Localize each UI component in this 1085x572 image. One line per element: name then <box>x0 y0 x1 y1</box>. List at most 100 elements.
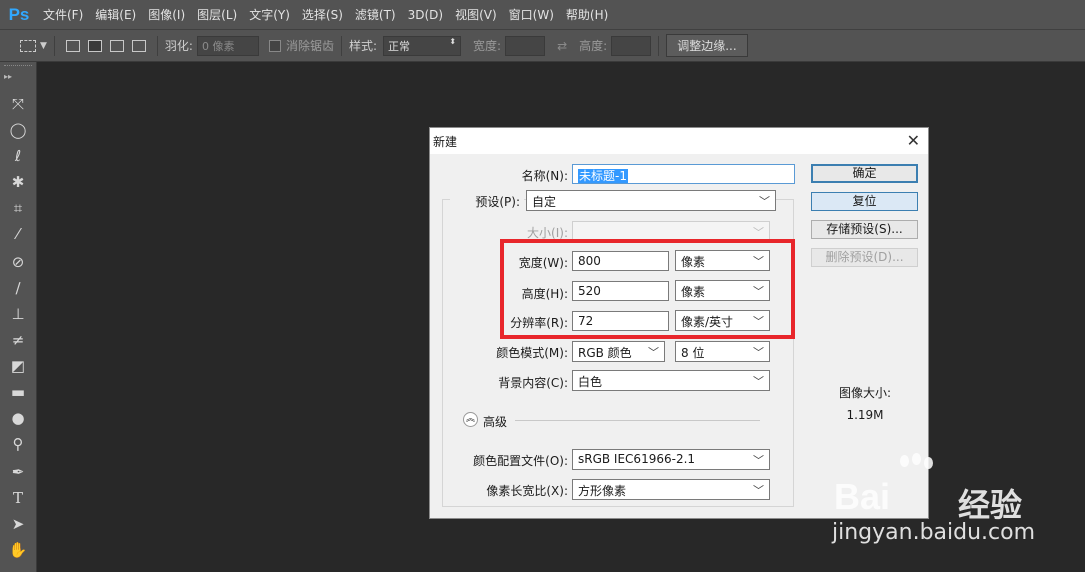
antialias-checkbox[interactable] <box>268 39 281 52</box>
name-input[interactable]: 未标题-1 <box>572 164 795 184</box>
preset-label: 预设(P): <box>450 193 524 210</box>
app-logo: Ps <box>8 4 30 24</box>
close-icon[interactable]: ✕ <box>907 131 920 150</box>
width-input[interactable] <box>505 35 546 56</box>
dodge-tool-icon[interactable]: ⚲ <box>8 434 28 454</box>
menu-view[interactable]: 视图(V) <box>450 6 502 23</box>
history-brush-icon[interactable]: ≠ <box>8 330 28 350</box>
collapse-icon[interactable]: ▸▸ <box>4 72 12 81</box>
menu-help[interactable]: 帮助(H) <box>561 6 613 23</box>
stamp-tool-icon[interactable]: ⊥ <box>8 304 28 324</box>
options-bar: ▼ 羽化: 0 像素 消除锯齿 样式: 正常 ⬍ 宽度: ⇄ 高度: 调整边缘..… <box>0 29 1085 62</box>
style-select-value: 正常 <box>388 39 411 53</box>
chevron-down-icon[interactable]: ▼ <box>40 41 47 51</box>
dialog-title: 新建 <box>433 135 458 149</box>
name-label: 名称(N): <box>521 169 568 183</box>
height-input[interactable] <box>611 35 652 56</box>
lasso-tool-icon[interactable]: ℓ <box>8 146 28 166</box>
menu-window[interactable]: 窗口(W) <box>504 6 559 23</box>
magic-wand-icon[interactable]: ✱ <box>8 172 28 192</box>
menu-select[interactable]: 选择(S) <box>297 6 348 23</box>
hand-tool-icon[interactable]: ✋ <box>8 540 28 560</box>
marquee-tool-icon[interactable] <box>20 39 36 52</box>
height-label: 高度: <box>579 39 608 53</box>
style-label: 样式: <box>348 39 378 53</box>
crop-tool-icon[interactable]: ⌗ <box>8 198 28 218</box>
color-mode-select[interactable]: RGB 颜色 ﹀ <box>572 341 665 362</box>
intersect-selection-icon[interactable] <box>131 39 146 52</box>
watermark-url: jingyan.baidu.com <box>832 520 1036 545</box>
type-tool-icon[interactable]: T <box>8 488 28 508</box>
panel-grip <box>4 65 32 67</box>
menu-3d[interactable]: 3D(D) <box>403 8 448 22</box>
menu-image[interactable]: 图像(I) <box>143 6 190 23</box>
swap-icon[interactable]: ⇄ <box>557 39 567 53</box>
ok-button[interactable]: 确定 <box>811 164 918 183</box>
brush-tool-icon[interactable]: ∕ <box>8 278 28 298</box>
color-profile-label: 颜色配置文件(O): <box>473 454 568 468</box>
bit-depth-select[interactable]: 8 位 ﹀ <box>675 341 770 362</box>
pixel-aspect-label: 像素长宽比(X): <box>486 484 568 498</box>
name-input-value: 未标题-1 <box>578 169 628 183</box>
background-label: 背景内容(C): <box>498 376 568 390</box>
chevron-down-icon: ﹀ <box>648 346 659 359</box>
blur-tool-icon[interactable]: ● <box>8 408 28 428</box>
menu-bar: Ps 文件(F) 编辑(E) 图像(I) 图层(L) 文字(Y) 选择(S) 滤… <box>0 0 1085 29</box>
reset-button[interactable]: 复位 <box>811 192 918 211</box>
path-select-icon[interactable]: ➤ <box>8 514 28 534</box>
eyedropper-icon[interactable]: ⁄ <box>8 224 28 244</box>
menu-type[interactable]: 文字(Y) <box>244 6 295 23</box>
pixel-aspect-value: 方形像素 <box>578 484 627 498</box>
watermark-brand: Bai <box>834 476 891 517</box>
advanced-label: 高级 <box>483 415 508 429</box>
spinner-icon: ⬍ <box>449 36 457 46</box>
menu-edit[interactable]: 编辑(E) <box>90 6 141 23</box>
add-selection-icon[interactable] <box>87 39 102 52</box>
color-profile-value: sRGB IEC61966-2.1 <box>578 452 696 466</box>
feather-label: 羽化: <box>164 39 193 53</box>
preset-select[interactable]: 自定 ﹀ <box>526 190 776 211</box>
style-select[interactable]: 正常 ⬍ <box>383 35 462 56</box>
image-size-value: 1.19M <box>846 408 884 422</box>
subtract-selection-icon[interactable] <box>109 39 124 52</box>
background-select[interactable]: 白色 ﹀ <box>572 370 770 391</box>
pen-tool-icon[interactable]: ✒ <box>8 462 28 482</box>
color-mode-value: RGB 颜色 <box>578 346 632 360</box>
divider <box>53 35 55 56</box>
save-preset-button[interactable]: 存储预设(S)... <box>811 220 918 239</box>
color-mode-label: 颜色模式(M): <box>496 346 568 360</box>
chevron-down-icon: ﹀ <box>753 454 764 467</box>
advanced-toggle-icon[interactable]: ︽ <box>463 412 478 427</box>
bit-depth-value: 8 位 <box>681 346 705 360</box>
chevron-down-icon: ﹀ <box>753 375 764 388</box>
dialog-titlebar: 新建 ✕ <box>430 128 928 154</box>
highlight-annotation <box>500 239 795 339</box>
delete-preset-button[interactable]: 删除预设(D)... <box>811 248 918 267</box>
menu-layer[interactable]: 图层(L) <box>192 6 242 23</box>
chevron-down-icon: ﹀ <box>753 484 764 497</box>
chevron-down-icon: ﹀ <box>753 346 764 359</box>
gradient-tool-icon[interactable]: ▬ <box>8 382 28 402</box>
refine-edge-button[interactable]: 调整边缘... <box>666 34 748 57</box>
pixel-aspect-select[interactable]: 方形像素 ﹀ <box>572 479 770 500</box>
menu-filter[interactable]: 滤镜(T) <box>350 6 401 23</box>
feather-input[interactable]: 0 像素 <box>196 35 259 56</box>
color-profile-select[interactable]: sRGB IEC61966-2.1 ﹀ <box>572 449 770 470</box>
preset-select-value: 自定 <box>532 195 557 209</box>
healing-brush-icon[interactable]: ⊘ <box>8 252 28 272</box>
background-value: 白色 <box>578 375 603 389</box>
chevron-down-icon: ﹀ <box>753 226 764 239</box>
move-tool-icon[interactable]: ⤧ <box>8 94 28 114</box>
divider <box>658 35 660 56</box>
tools-panel: ▸▸ ⤧ ◯ ℓ ✱ ⌗ ⁄ ⊘ ∕ ⊥ ≠ ◩ ▬ ● ⚲ ✒ T ➤ ✋ <box>0 62 37 572</box>
advanced-divider <box>515 420 760 421</box>
new-selection-icon[interactable] <box>65 39 80 52</box>
antialias-label: 消除锯齿 <box>285 39 334 53</box>
menu-file[interactable]: 文件(F) <box>38 6 88 23</box>
marquee-ellipse-icon[interactable]: ◯ <box>8 120 28 140</box>
image-size-label: 图像大小: <box>838 386 892 400</box>
chevron-down-icon: ﹀ <box>759 195 770 208</box>
eraser-tool-icon[interactable]: ◩ <box>8 356 28 376</box>
divider <box>340 35 342 56</box>
width-label: 宽度: <box>473 39 502 53</box>
